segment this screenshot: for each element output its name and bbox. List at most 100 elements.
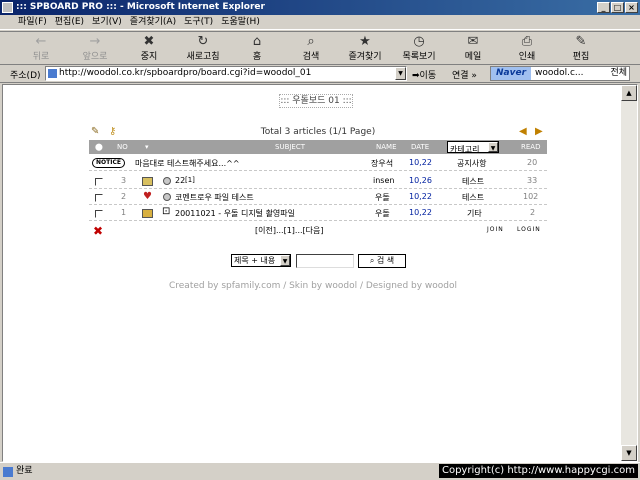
board-footer: ✖ [이전]...[1]...[다음] JOIN LOGIN [89,225,547,239]
header-subject: SUBJECT [275,143,306,151]
status-bar: 완료 Copyright(c) http://www.happycgi.com [0,462,640,480]
menu-view[interactable]: 보기(V) [88,15,126,29]
search-submit-button[interactable]: ⌕ 검 색 [358,254,406,268]
vertical-scrollbar[interactable]: ▲ ▼ [621,85,637,461]
address-input[interactable]: http://woodol.co.kr/spboardpro/board.cgi… [45,66,407,81]
search-field-select[interactable]: 제목 + 내용 ▼ [231,254,291,267]
bullet-icon [163,193,171,201]
refresh-icon: ↻ [197,33,209,49]
naver-all[interactable]: 전체 [610,67,627,80]
search-button[interactable]: ⌕ 검색 [284,32,338,64]
row-name[interactable]: 우돌 [375,208,390,219]
search-input[interactable] [296,254,354,268]
forward-button[interactable]: → 앞으로 [68,32,122,64]
image-file-icon [142,177,153,186]
row-subject[interactable]: 22 [175,176,185,185]
header-file-icon: ▾ [145,143,149,151]
table-row[interactable]: 2 ♥ 코멘트로우 파일 테스트 우돌 10,22 테스트 102 [89,189,547,205]
row-date: 10,22 [409,208,432,217]
chevron-down-icon[interactable]: ▼ [488,142,498,152]
history-icon: ◷ [413,33,425,49]
header-no: NO [117,143,128,151]
category-select[interactable]: 카테고리 ▼ [447,141,499,154]
menu-favorites[interactable]: 즐겨찾기(A) [126,15,180,29]
page-icon [48,69,57,78]
search-icon: ⌕ [307,33,315,49]
row-name[interactable]: insen [373,176,394,185]
edit-icon: ✎ [575,33,587,49]
row-category: 테스트 [462,177,485,186]
home-icon: ⌂ [252,33,262,49]
naver-toolbar[interactable]: Naver woodol.c... 전체 [490,66,630,81]
notice-name[interactable]: 장우석 [371,158,393,169]
row-name[interactable]: 우돌 [375,192,390,203]
notice-subject[interactable]: 마음대로 테스트해주세요...^^ [135,158,240,169]
back-arrow-icon: ← [35,33,47,49]
favorites-button[interactable]: ★ 즐겨찾기 [338,32,392,64]
row-checkbox[interactable] [95,194,103,202]
chevron-down-icon[interactable]: ▼ [280,255,290,266]
status-text: 완료 [16,466,33,476]
row-checkbox[interactable] [95,178,103,186]
menu-help[interactable]: 도움말(H) [217,15,264,29]
chevron-down-icon[interactable]: ▼ [395,67,406,80]
history-button[interactable]: ◷ 목록보기 [392,32,446,64]
minimize-button[interactable]: _ [597,2,610,13]
table-row[interactable]: 3 22 [1] insen 10,26 테스트 33 [89,173,547,189]
header-read: READ [521,143,541,151]
next-page-arrow-icon[interactable]: ▶ [535,127,543,137]
print-button[interactable]: ⎙ 인쇄 [500,32,554,64]
login-link[interactable]: LOGIN [517,226,541,233]
maximize-button[interactable]: □ [611,2,624,13]
close-button[interactable]: × [625,2,638,13]
header-date: DATE [411,143,430,151]
edit-button[interactable]: ✎ 편집 [554,32,608,64]
row-subject[interactable]: 코멘트로우 파일 테스트 [175,192,254,203]
row-date: 10,22 [409,192,432,201]
notice-date: 10,22 [409,158,432,167]
total-articles: Total 3 articles (1/1 Page) [260,127,376,137]
menu-tools[interactable]: 도구(T) [180,15,217,29]
star-icon: ★ [359,33,371,49]
delete-x-icon[interactable]: ✖ [93,225,103,237]
row-no: 3 [121,176,127,185]
naver-logo: Naver [491,67,532,80]
join-link[interactable]: JOIN [487,226,504,233]
ie-icon [2,2,13,13]
menu-edit[interactable]: 편집(E) [51,15,88,29]
row-read: 33 [527,176,538,185]
go-button[interactable]: ➡이동 [412,68,436,81]
row-subject[interactable]: 20011021 - 우돌 디지털 촬영파일 [175,208,295,219]
back-button[interactable]: ← 뒤로 [14,32,68,64]
menu-file[interactable]: 파일(F) [14,15,51,29]
scroll-up-icon[interactable]: ▲ [621,85,637,101]
select-all-icon[interactable]: ⬤ [95,143,103,151]
address-url: http://woodol.co.kr/spboardpro/board.cgi… [59,68,312,78]
prev-page-arrow-icon[interactable]: ◀ [519,127,527,137]
links-button[interactable]: 연결 » [452,68,477,81]
magnifier-icon: ⌕ [369,256,375,265]
forward-arrow-icon: → [89,33,101,49]
notice-read: 20 [527,158,538,167]
refresh-button[interactable]: ↻ 새로고침 [176,32,230,64]
row-no: 2 [121,192,127,201]
comment-count: [1] [185,176,195,184]
header-name: NAME [376,143,397,151]
address-bar: 주소(D) http://woodol.co.kr/spboardpro/boa… [0,65,640,83]
table-row[interactable]: 1 ⊡ 20011021 - 우돌 디지털 촬영파일 우돌 10,22 기타 2 [89,205,547,221]
scroll-down-icon[interactable]: ▼ [621,445,637,461]
row-no: 1 [121,208,127,217]
row-checkbox[interactable] [95,210,103,218]
stop-button[interactable]: ✖ 중지 [122,32,176,64]
bullet-icon [163,177,171,185]
toolbar: ← 뒤로 → 앞으로 ✖ 중지 ↻ 새로고침 ⌂ 홈 ⌕ 검색 ★ 즐겨찾기 ◷ 목록보기 ✉ 메… [0,31,640,65]
pager[interactable]: [이전]...[1]...[다음] [255,225,324,236]
notice-row[interactable]: NOTICE 마음대로 테스트해주세요...^^ 장우석 10,22 공지사항 … [89,155,547,171]
menu-bar: 파일(F) 편집(E) 보기(V) 즐겨찾기(A) 도구(T) 도움말(H) [0,15,640,30]
address-label: 주소(D) [10,71,41,81]
mail-button[interactable]: ✉ 메일 [446,32,500,64]
naver-search-text: woodol.c... [535,68,584,78]
window-title: ::: SPBOARD PRO ::: - Microsoft Internet… [16,2,265,12]
home-button[interactable]: ⌂ 홈 [230,32,284,64]
stop-icon: ✖ [143,33,155,49]
